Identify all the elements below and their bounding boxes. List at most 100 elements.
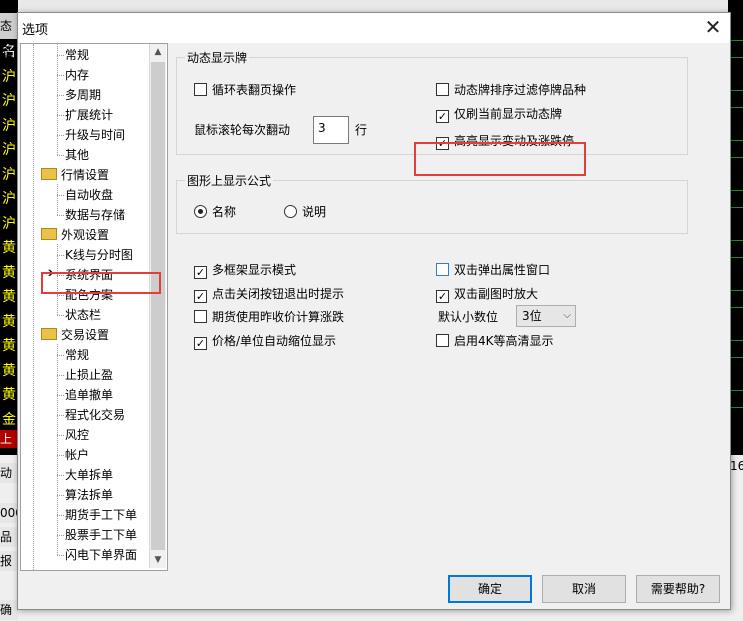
options-dialog: 选项 ✕ 常规 内存 多周期 扩展统计 升级与时间 其他 行情设置 自动收盘 数据与存储 外观设置… bbox=[17, 12, 731, 610]
futures-prev-close-option[interactable]: 期货使用昨收价计算涨跌 bbox=[194, 308, 344, 326]
tree-item-label: 算法拆单 bbox=[65, 488, 114, 502]
tree-item-label: 升级与时间 bbox=[65, 128, 126, 142]
scroll-down-icon[interactable]: ▼ bbox=[150, 552, 166, 568]
enable-4k-option[interactable]: 启用4K等高清显示 bbox=[436, 332, 554, 350]
decimal-places-label: 默认小数位 bbox=[438, 310, 499, 324]
tree-item[interactable]: 帐户 bbox=[57, 445, 90, 465]
auto-scale-unit-checkbox[interactable]: ✓ bbox=[194, 337, 207, 350]
dialog-client: 常规 内存 多周期 扩展统计 升级与时间 其他 行情设置 自动收盘 数据与存储 外观设置 K线与分时… bbox=[18, 43, 730, 609]
settings-tree[interactable]: 常规 内存 多周期 扩展统计 升级与时间 其他 行情设置 自动收盘 数据与存储 外观设置 K线与分时… bbox=[20, 43, 168, 571]
wheel-scroll-input[interactable]: 3 bbox=[313, 116, 349, 144]
tree-item[interactable]: 多周期 bbox=[57, 85, 101, 105]
close-exit-tip-option[interactable]: ✓ 点击关闭按钮退出时提示 bbox=[194, 285, 344, 303]
tree-item[interactable]: 自动收盘 bbox=[57, 185, 113, 205]
tree-connector bbox=[57, 375, 64, 376]
tree-connector bbox=[57, 135, 64, 136]
chevron-down-icon: ⌵ bbox=[563, 310, 571, 321]
cycle-pages-checkbox[interactable] bbox=[194, 83, 207, 96]
folder-icon bbox=[41, 328, 57, 340]
dblclick-zoom-label: 双击副图时放大 bbox=[454, 287, 539, 301]
dblclick-zoom-option[interactable]: ✓ 双击副图时放大 bbox=[436, 285, 538, 303]
decimal-places-select[interactable]: 3位 ⌵ bbox=[516, 305, 576, 327]
tree-connector bbox=[57, 395, 64, 396]
tree-item-label: 闪电下单界面 bbox=[65, 548, 138, 562]
tree-item-label: 内存 bbox=[65, 68, 90, 82]
tree-connector bbox=[57, 195, 64, 196]
tree-connector bbox=[57, 215, 64, 216]
tree-item[interactable]: 大单拆单 bbox=[57, 465, 114, 485]
cycle-pages-label: 循环表翻页操作 bbox=[212, 83, 297, 97]
filter-halted-label: 动态牌排序过滤停牌品种 bbox=[454, 83, 587, 97]
background-right-number: 16 bbox=[730, 459, 743, 473]
tree-item[interactable]: 追单撤单 bbox=[57, 385, 114, 405]
background-quote-cell: 黄 bbox=[2, 387, 16, 403]
formula-desc-radio[interactable] bbox=[284, 205, 297, 218]
tree-category[interactable]: 行情设置 bbox=[41, 165, 109, 185]
tree-item[interactable]: 常规 bbox=[57, 45, 90, 65]
close-icon[interactable]: ✕ bbox=[700, 15, 726, 41]
background-quote-cell: 黄 bbox=[2, 240, 16, 256]
refresh-current-checkbox[interactable]: ✓ bbox=[436, 110, 449, 123]
close-exit-tip-label: 点击关闭按钮退出时提示 bbox=[212, 287, 345, 301]
tree-item[interactable]: 扩展统计 bbox=[57, 105, 113, 125]
tree-item-label: 止损止盈 bbox=[65, 368, 114, 382]
enable-4k-label: 启用4K等高清显示 bbox=[454, 334, 554, 348]
filter-halted-option[interactable]: 动态牌排序过滤停牌品种 bbox=[436, 81, 586, 99]
tree-item[interactable]: 状态栏 bbox=[57, 305, 101, 325]
tree-connector bbox=[57, 315, 64, 316]
formula-name-radio[interactable] bbox=[194, 205, 207, 218]
auto-scale-unit-option[interactable]: ✓ 价格/单位自动缩位显示 bbox=[194, 332, 336, 350]
tree-item[interactable]: 股票手工下单 bbox=[57, 525, 138, 545]
tree-connector bbox=[57, 55, 64, 56]
tree-item[interactable]: 数据与存储 bbox=[57, 205, 125, 225]
wheel-scroll-label: 鼠标滚轮每次翻动 bbox=[194, 123, 291, 137]
multi-frame-option[interactable]: ✓ 多框架显示模式 bbox=[194, 261, 296, 279]
futures-prev-close-checkbox[interactable] bbox=[194, 310, 207, 323]
scroll-thumb[interactable] bbox=[151, 62, 165, 550]
tree-item-label: 风控 bbox=[65, 428, 90, 442]
dblclick-zoom-checkbox[interactable]: ✓ bbox=[436, 290, 449, 303]
tree-category[interactable]: 交易设置 bbox=[41, 325, 109, 345]
tree-item-label: 其他 bbox=[65, 148, 90, 162]
cancel-button[interactable]: 取消 bbox=[542, 575, 626, 603]
multi-frame-checkbox[interactable]: ✓ bbox=[194, 266, 207, 279]
background-green-cell bbox=[730, 90, 743, 108]
tree-item[interactable]: 风控 bbox=[57, 425, 90, 445]
dialog-titlebar[interactable]: 选项 ✕ bbox=[18, 13, 730, 43]
tree-connector bbox=[57, 435, 64, 436]
tree-category[interactable]: 外观设置 bbox=[41, 225, 109, 245]
dblclick-props-checkbox[interactable] bbox=[436, 263, 449, 276]
help-button[interactable]: 需要帮助? bbox=[636, 575, 720, 603]
formula-desc-option[interactable]: 说明 bbox=[284, 203, 326, 221]
tree-item[interactable]: 闪电下单界面 bbox=[57, 545, 138, 565]
dblclick-props-option[interactable]: 双击弹出属性窗口 bbox=[436, 261, 550, 279]
tree-item-label: 常规 bbox=[65, 48, 90, 62]
tree-item[interactable]: 常规 bbox=[57, 345, 89, 365]
scroll-up-icon[interactable]: ▲ bbox=[150, 44, 166, 60]
background-green-cell bbox=[730, 340, 743, 358]
tree-item[interactable]: 内存 bbox=[57, 65, 90, 85]
tree-item[interactable]: 升级与时间 bbox=[57, 125, 126, 145]
close-exit-tip-checkbox[interactable]: ✓ bbox=[194, 290, 207, 303]
tree-scrollbar[interactable]: ▲ ▼ bbox=[149, 44, 166, 568]
tree-item[interactable]: 算法拆单 bbox=[57, 485, 114, 505]
tree-item[interactable]: 期货手工下单 bbox=[57, 505, 137, 525]
refresh-current-option[interactable]: ✓ 仅刷当前显示动态牌 bbox=[436, 105, 562, 123]
tree-item[interactable]: K线与分时图 bbox=[57, 245, 133, 265]
background-quote-cell: 黄 bbox=[2, 313, 16, 330]
filter-halted-checkbox[interactable] bbox=[436, 83, 449, 96]
formula-name-option[interactable]: 名称 bbox=[194, 203, 236, 221]
background-green-cell bbox=[730, 290, 743, 308]
tree-item-label: 追单撤单 bbox=[65, 388, 114, 402]
enable-4k-checkbox[interactable] bbox=[436, 334, 449, 347]
background-quote-cell: 沪 bbox=[2, 68, 16, 85]
tree-item[interactable]: 程式化交易 bbox=[57, 405, 125, 425]
tree-item-label: 股票手工下单 bbox=[65, 528, 138, 542]
ok-button[interactable]: 确定 bbox=[448, 575, 532, 603]
wheel-scroll-unit: 行 bbox=[355, 123, 368, 137]
cycle-pages-option[interactable]: 循环表翻页操作 bbox=[194, 81, 296, 99]
tree-item[interactable]: 其他 bbox=[57, 145, 90, 165]
tree-item-label: 帐户 bbox=[65, 448, 90, 462]
tree-item-label: 大单拆单 bbox=[65, 468, 114, 482]
tree-item[interactable]: 止损止盈 bbox=[57, 365, 114, 385]
